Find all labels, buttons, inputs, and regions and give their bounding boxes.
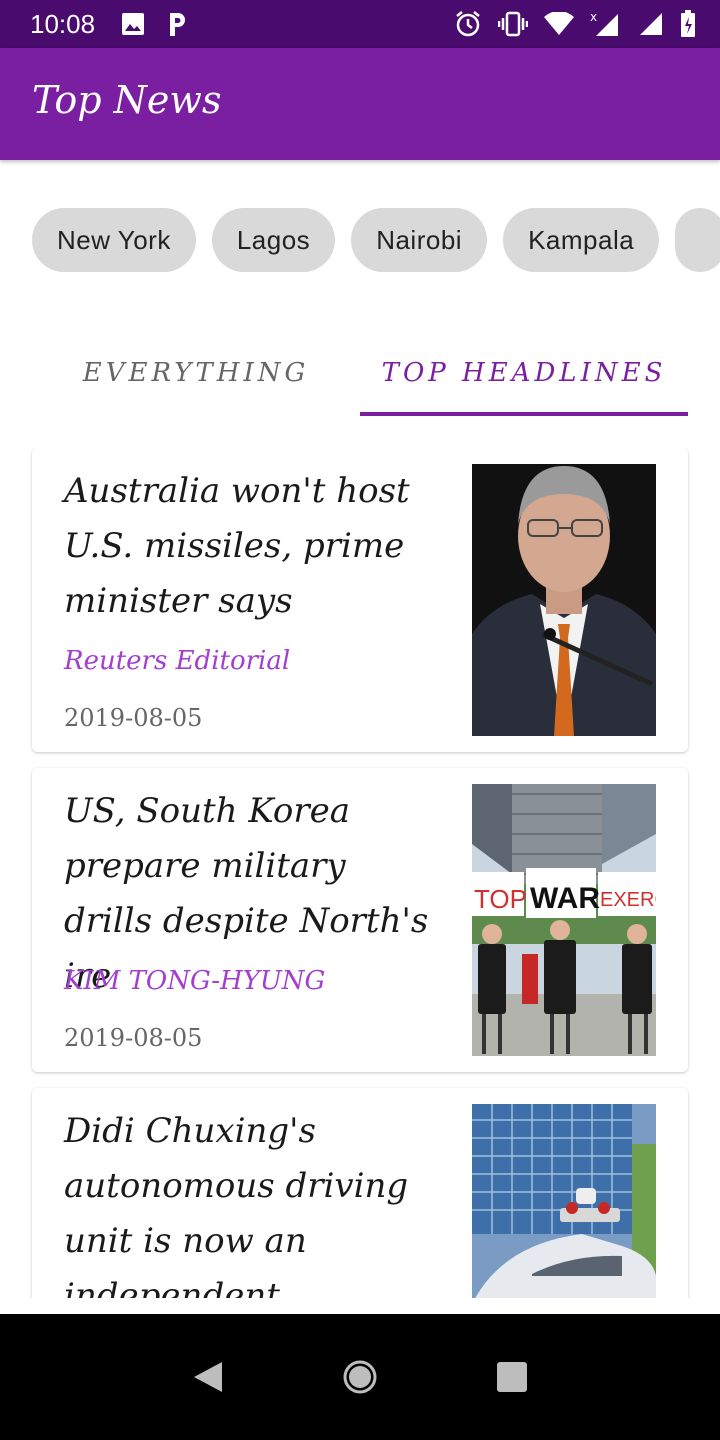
signal-icon: [636, 11, 664, 37]
tab-top-headlines[interactable]: TOP HEADLINES: [360, 330, 688, 416]
status-bar: 10:08 x: [0, 0, 720, 48]
status-time: 10:08: [30, 8, 96, 39]
chip-partial[interactable]: [675, 208, 720, 272]
battery-icon: [680, 10, 696, 38]
navigation-bar: [0, 1314, 720, 1440]
article-card[interactable]: Australia won't host U.S. missiles, prim…: [32, 448, 688, 752]
sign-text: TOP: [474, 884, 527, 914]
article-title: Australia won't host U.S. missiles, prim…: [64, 471, 410, 621]
alarm-icon: [454, 10, 482, 38]
app-bar: Top News: [0, 48, 720, 160]
article-date: 2019-08-05: [64, 1024, 203, 1052]
parking-icon: [167, 11, 189, 37]
chip-new-york[interactable]: New York: [32, 208, 196, 272]
article-date: 2019-08-05: [64, 704, 203, 732]
article-image: [472, 1104, 656, 1298]
article-author: Reuters Editorial: [64, 646, 291, 676]
article-card[interactable]: US, South Korea prepare military drills …: [32, 768, 688, 1072]
app-title: Top News: [32, 78, 222, 122]
signal-icon: x: [590, 10, 620, 38]
article-author: KIM TONG-HYUNG: [64, 966, 326, 996]
article-list[interactable]: Australia won't host U.S. missiles, prim…: [0, 448, 720, 1298]
chip-nairobi[interactable]: Nairobi: [351, 208, 488, 272]
vibrate-icon: [498, 11, 528, 37]
article-title: Didi Chuxing's autonomous driving unit i…: [64, 1111, 409, 1298]
article-image: TOP WAR EXERCI: [472, 784, 656, 1056]
back-icon[interactable]: [192, 1360, 224, 1394]
wifi-icon: [544, 12, 574, 36]
chip-lagos[interactable]: Lagos: [211, 208, 336, 272]
svg-text:x: x: [590, 10, 597, 24]
tab-everything[interactable]: EVERYTHING: [32, 330, 360, 416]
article-card[interactable]: Didi Chuxing's autonomous driving unit i…: [32, 1088, 688, 1298]
sign-text: WAR: [530, 882, 600, 915]
sign-text: EXERCI: [600, 889, 656, 911]
chip-kampala[interactable]: Kampala: [503, 208, 660, 272]
article-image: [472, 464, 656, 736]
image-icon: [121, 12, 145, 36]
tab-bar: EVERYTHING TOP HEADLINES: [32, 330, 688, 416]
recents-icon[interactable]: [496, 1361, 528, 1393]
home-icon[interactable]: [342, 1359, 378, 1395]
city-chips: New York Lagos Nairobi Kampala: [32, 208, 720, 272]
